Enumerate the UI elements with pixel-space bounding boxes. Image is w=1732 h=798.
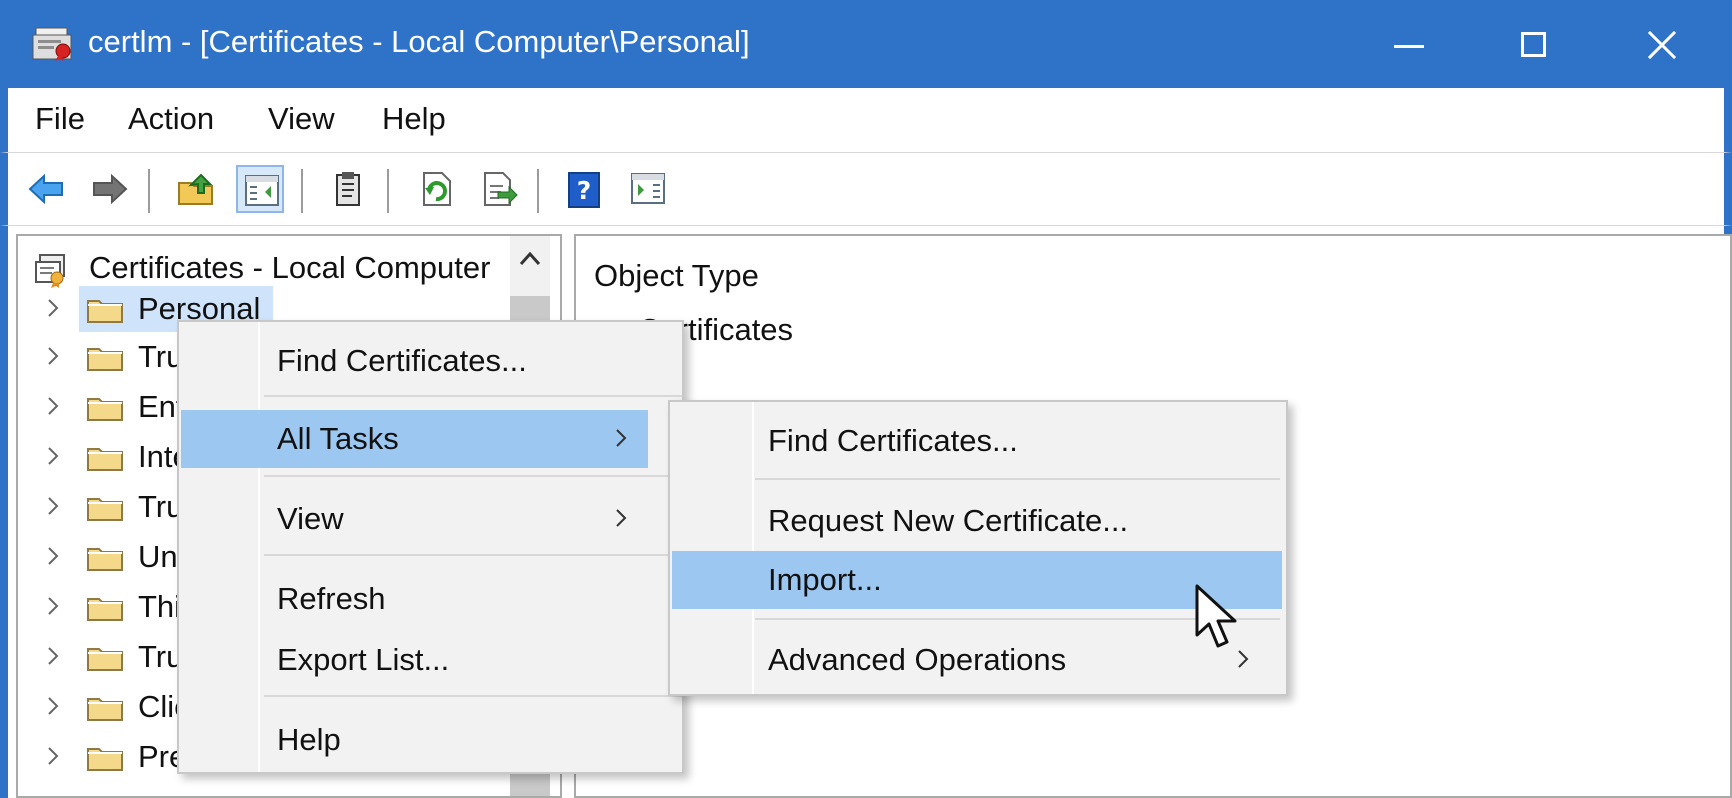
toolbar-separator bbox=[387, 169, 389, 213]
minimize-icon bbox=[1394, 45, 1424, 48]
object-type-column-header[interactable]: Object Type bbox=[594, 256, 759, 296]
toolbar: ? bbox=[0, 152, 1732, 226]
show-hide-console-tree-button[interactable] bbox=[236, 165, 284, 213]
context-menu-view[interactable]: View bbox=[181, 490, 648, 548]
refresh-icon bbox=[423, 172, 451, 206]
context-menu-help[interactable]: Help bbox=[181, 711, 648, 769]
show-hide-console-tree-icon bbox=[245, 175, 279, 206]
menu-separator bbox=[264, 554, 682, 556]
back-button[interactable] bbox=[22, 165, 70, 213]
export-list-icon bbox=[484, 172, 518, 206]
clipboard-icon bbox=[336, 172, 360, 206]
submenu-request-new-certificate[interactable]: Request New Certificate... bbox=[672, 492, 1282, 550]
menu-view[interactable]: View bbox=[268, 99, 335, 139]
folder-icon bbox=[87, 598, 123, 621]
toolbar-separator bbox=[148, 169, 150, 213]
svg-text:?: ? bbox=[577, 176, 592, 205]
context-menu-refresh[interactable]: Refresh bbox=[181, 570, 648, 628]
folder-icon bbox=[87, 300, 123, 323]
forward-arrow-icon bbox=[93, 173, 128, 205]
window-title: certlm - [Certificates - Local Computer\… bbox=[88, 24, 750, 59]
chevron-right-icon[interactable] bbox=[41, 494, 65, 518]
chevron-right-icon[interactable] bbox=[41, 344, 65, 368]
menu-separator bbox=[264, 395, 682, 397]
submenu-advanced-operations[interactable]: Advanced Operations bbox=[672, 631, 1282, 689]
scroll-up-arrow-icon[interactable] bbox=[517, 248, 543, 270]
menu-item-label: Advanced Operations bbox=[768, 642, 1067, 677]
close-icon bbox=[1647, 30, 1677, 60]
context-menu: Find Certificates... All Tasks View Refr… bbox=[177, 320, 684, 774]
context-menu-export-list[interactable]: Export List... bbox=[181, 631, 648, 689]
close-button[interactable] bbox=[1625, 16, 1695, 74]
chevron-right-icon[interactable] bbox=[41, 644, 65, 668]
menu-item-label: Find Certificates... bbox=[768, 423, 1018, 458]
context-menu-all-tasks[interactable]: All Tasks bbox=[181, 410, 648, 468]
menu-item-label: Refresh bbox=[277, 581, 386, 616]
menu-separator bbox=[264, 695, 682, 697]
help-icon: ? bbox=[568, 172, 600, 208]
export-list-button[interactable] bbox=[474, 165, 522, 213]
menu-item-label: Import... bbox=[768, 562, 882, 597]
menu-item-label: Help bbox=[277, 722, 341, 757]
forward-button[interactable] bbox=[86, 165, 134, 213]
tree-root-label: Certificates - Local Computer bbox=[89, 250, 491, 285]
certificate-manager-window: certlm - [Certificates - Local Computer\… bbox=[0, 0, 1732, 798]
menu-bar: File Action View Help bbox=[0, 88, 1732, 152]
chevron-right-icon[interactable] bbox=[41, 444, 65, 468]
tree-item-label: Thi bbox=[138, 589, 182, 624]
folder-icon bbox=[87, 448, 123, 471]
submenu-find-certificates[interactable]: Find Certificates... bbox=[672, 412, 1282, 470]
help-button[interactable]: ? bbox=[560, 165, 608, 213]
toolbar-separator bbox=[537, 169, 539, 213]
folder-icon bbox=[87, 698, 123, 721]
certificates-root-icon bbox=[35, 254, 65, 288]
menu-item-label: All Tasks bbox=[277, 421, 399, 456]
show-hide-action-pane-button[interactable] bbox=[624, 165, 672, 213]
chevron-right-icon[interactable] bbox=[41, 394, 65, 418]
certificate-console-icon bbox=[32, 27, 72, 61]
submenu-arrow-icon bbox=[616, 429, 627, 447]
folder-icon bbox=[87, 348, 123, 371]
menu-item-label: Find Certificates... bbox=[277, 343, 527, 378]
context-menu-find-certificates[interactable]: Find Certificates... bbox=[181, 332, 648, 390]
tree-root-certificates-local-computer[interactable]: Certificates - Local Computer bbox=[28, 244, 528, 292]
menu-file[interactable]: File bbox=[35, 99, 85, 139]
folder-icon bbox=[87, 398, 123, 421]
chevron-right-icon[interactable] bbox=[41, 594, 65, 618]
menu-item-label: Request New Certificate... bbox=[768, 503, 1129, 538]
chevron-right-icon[interactable] bbox=[41, 744, 65, 768]
minimize-button[interactable] bbox=[1374, 16, 1444, 74]
menu-action[interactable]: Action bbox=[128, 99, 214, 139]
up-folder-icon bbox=[178, 173, 213, 205]
chevron-right-icon[interactable] bbox=[41, 296, 65, 320]
up-one-level-button[interactable] bbox=[172, 165, 220, 213]
refresh-button[interactable] bbox=[412, 165, 460, 213]
clipboard-button[interactable] bbox=[324, 165, 372, 213]
menu-separator bbox=[264, 475, 682, 477]
menu-help[interactable]: Help bbox=[382, 99, 446, 139]
title-bar: certlm - [Certificates - Local Computer\… bbox=[0, 0, 1732, 88]
show-hide-action-pane-icon bbox=[631, 173, 665, 204]
menu-item-label: View bbox=[277, 501, 344, 536]
folder-icon bbox=[87, 498, 123, 521]
submenu-import[interactable]: Import... bbox=[672, 551, 1282, 609]
maximize-icon bbox=[1521, 32, 1546, 57]
toolbar-separator bbox=[301, 169, 303, 213]
submenu-arrow-icon bbox=[616, 509, 627, 527]
mouse-pointer-icon bbox=[1195, 584, 1237, 648]
chevron-right-icon[interactable] bbox=[41, 544, 65, 568]
menu-separator bbox=[755, 478, 1280, 480]
menu-item-label: Export List... bbox=[277, 642, 450, 677]
folder-icon bbox=[87, 648, 123, 671]
chevron-right-icon[interactable] bbox=[41, 694, 65, 718]
folder-icon bbox=[87, 548, 123, 571]
folder-icon bbox=[87, 748, 123, 771]
back-arrow-icon bbox=[28, 173, 63, 205]
maximize-button[interactable] bbox=[1498, 16, 1568, 74]
